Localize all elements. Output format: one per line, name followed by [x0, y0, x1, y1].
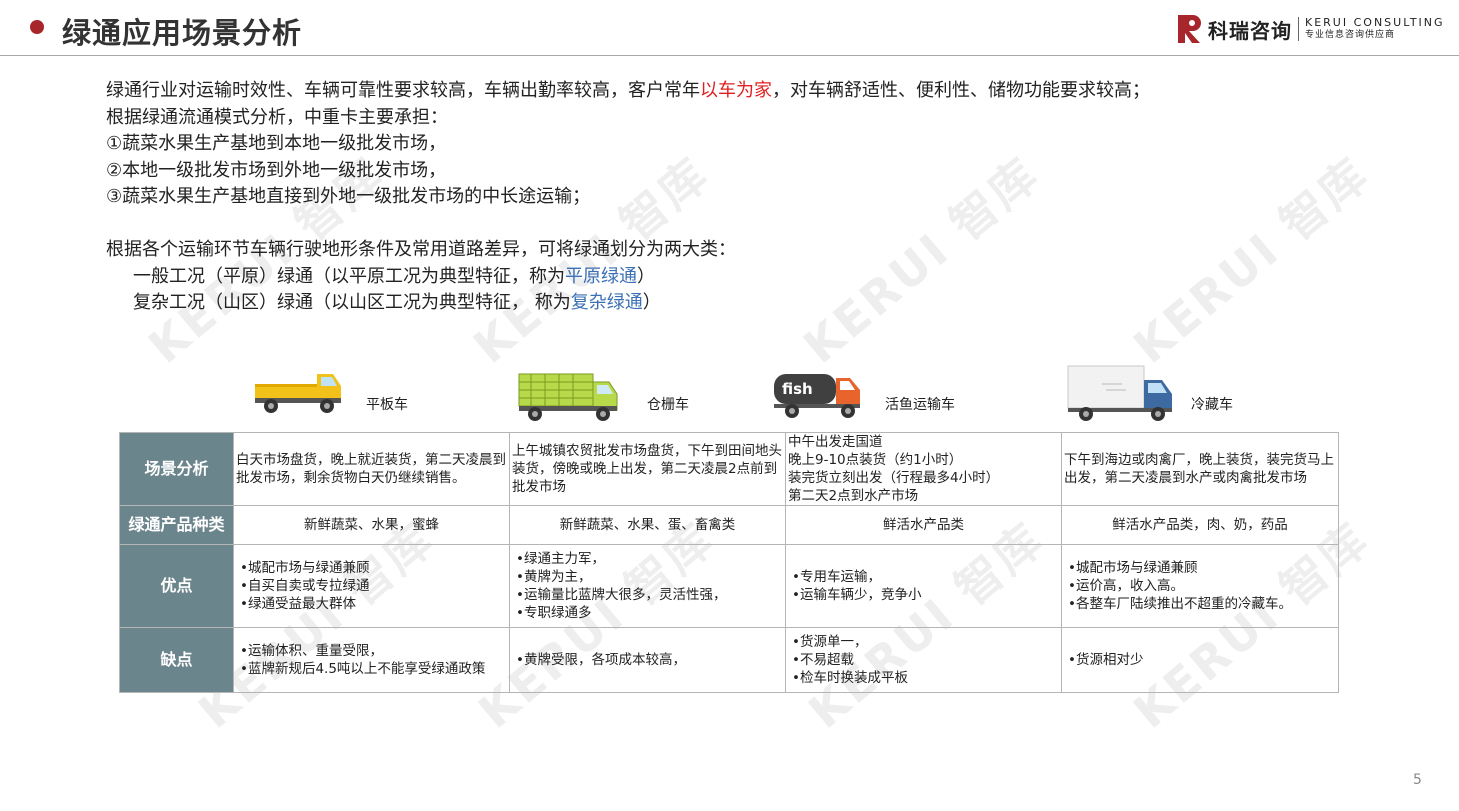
title-bullet	[30, 20, 44, 34]
stake-truck-icon	[517, 372, 622, 426]
scenario-table: 场景分析 白天市场盘货，晚上就近装货，第二天凌晨到批发市场，剩余货物白天仍继续销…	[119, 432, 1339, 693]
truck-label-stake: 仓栅车	[647, 397, 689, 413]
table-row: 缺点 •运输体积、重量受限， •蓝牌新规后4.5吨以上不能享受绿通政策 •黄牌受…	[119, 627, 1339, 693]
highlight-blue: 复杂绿通	[570, 292, 643, 313]
table-cell: •黄牌受限，各项成本较高，	[509, 627, 786, 693]
table-cell: •货源相对少	[1061, 627, 1339, 693]
row-header: 绿通产品种类	[119, 505, 234, 545]
truck-label-fish: 活鱼运输车	[885, 397, 955, 413]
intro-line: 一般工况（平原）绿通（以平原工况为典型特征，称为平原绿通）	[133, 265, 655, 287]
logo-english-name: KERUI CONSULTING	[1305, 16, 1445, 29]
page-title: 绿通应用场景分析	[62, 16, 303, 50]
intro-line: ①蔬菜水果生产基地到本地一级批发市场，	[106, 133, 447, 154]
table-cell: •运输体积、重量受限， •蓝牌新规后4.5吨以上不能享受绿通政策	[233, 627, 510, 693]
table-cell: 下午到海边或肉禽厂，晚上装货，装完货马上出发，第二天凌晨到水产或肉禽批发市场	[1061, 432, 1339, 506]
intro-line: 复杂工况（山区）绿通（以山区工况为典型特征， 称为复杂绿通）	[133, 292, 661, 313]
brand-logo: 科瑞咨询 KERUI CONSULTING 专业信息咨询供应商	[1178, 14, 1445, 44]
refrigerated-truck-icon	[1066, 364, 1178, 426]
table-cell: •货源单一， •不易超载 •检车时换装成平板	[785, 627, 1062, 693]
table-cell: 鲜活水产品类，肉、奶，药品	[1061, 505, 1339, 545]
row-header: 缺点	[119, 627, 234, 693]
logo-separator	[1298, 17, 1299, 41]
logo-english: KERUI CONSULTING 专业信息咨询供应商	[1305, 17, 1445, 41]
intro-line: ②本地一级批发市场到外地一级批发市场，	[106, 159, 447, 181]
header-divider	[0, 55, 1459, 56]
intro-line: 绿通行业对运输时效性、车辆可靠性要求较高，车辆出勤率较高，客户常年以车为家，对车…	[106, 80, 1150, 101]
table-cell: 新鲜蔬菜、水果，蜜蜂	[233, 505, 510, 545]
page-number: 5	[1413, 772, 1422, 788]
row-header: 场景分析	[119, 432, 234, 506]
table-cell: •绿通主力军， •黄牌为主， •运输量比蓝牌大很多，灵活性强， •专职绿通多	[509, 544, 786, 628]
flatbed-truck-icon	[253, 368, 345, 422]
table-cell: 鲜活水产品类	[785, 505, 1062, 545]
table-row: 优点 •城配市场与绿通兼顾 •自买自卖或专拉绿通 •绿通受益最大群体 •绿通主力…	[119, 544, 1339, 628]
logo-chinese-name: 科瑞咨询	[1208, 18, 1292, 43]
table-cell: •城配市场与绿通兼顾 •自买自卖或专拉绿通 •绿通受益最大群体	[233, 544, 510, 628]
table-cell: 上午城镇农贸批发市场盘货，下午到田间地头装货，傍晚或晚上出发，第二天凌晨2点前到…	[509, 432, 786, 506]
intro-text: 绿通行业对运输时效性、车辆可靠性要求较高，车辆出勤率较高，客户常年以车为家，对车…	[106, 78, 1150, 317]
table-row: 场景分析 白天市场盘货，晚上就近装货，第二天凌晨到批发市场，剩余货物白天仍继续销…	[119, 432, 1339, 506]
kerui-logo-icon	[1178, 15, 1202, 43]
table-cell: 白天市场盘货，晚上就近装货，第二天凌晨到批发市场，剩余货物白天仍继续销售。	[233, 432, 510, 506]
truck-label-refrigerated: 冷藏车	[1191, 397, 1233, 413]
intro-line: ③蔬菜水果生产基地直接到外地一级批发市场的中长途运输；	[106, 186, 591, 207]
table-cell: •城配市场与绿通兼顾 •运价高，收入高。 •各整车厂陆续推出不超重的冷藏车。	[1061, 544, 1339, 628]
logo-tagline: 专业信息咨询供应商	[1305, 30, 1396, 40]
row-header: 优点	[119, 544, 234, 628]
table-row: 绿通产品种类 新鲜蔬菜、水果，蜜蜂 新鲜蔬菜、水果、蛋、畜禽类 鲜活水产品类 鲜…	[119, 505, 1339, 545]
table-cell: 中午出发走国道 晚上9-10点装货（约1小时） 装完货立刻出发（行程最多4小时）…	[785, 432, 1062, 506]
fish-tank-text: fish	[782, 380, 813, 398]
table-cell: 新鲜蔬菜、水果、蛋、畜禽类	[509, 505, 786, 545]
highlight-blue: 平原绿通	[565, 265, 637, 287]
intro-line: 根据各个运输环节车辆行驶地形条件及常用道路差异，可将绿通划分为两大类：	[106, 239, 736, 260]
truck-label-flatbed: 平板车	[366, 397, 408, 413]
watermark: KERUI 智库	[1123, 146, 1380, 374]
intro-line: 根据绿通流通模式分析，中重卡主要承担：	[106, 106, 448, 128]
highlight-red: 以车为家	[700, 80, 772, 101]
table-cell: •专用车运输， •运输车辆少，竞争小	[785, 544, 1062, 628]
fish-tank-truck-icon: fish	[772, 370, 864, 424]
